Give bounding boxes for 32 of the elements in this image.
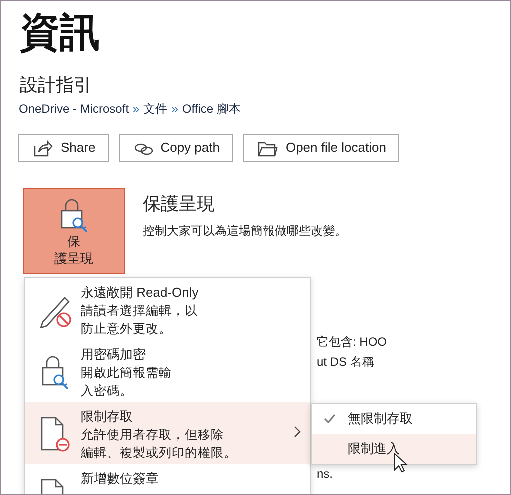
menu-item[interactable]: 用密碼加密 開啟此簡報需輸 入密碼。 — [25, 340, 310, 402]
breadcrumb-link[interactable]: OneDrive - Microsoft — [19, 101, 130, 117]
menu-item-description: 請讀者選擇編輯，以 防止意外更改。 — [81, 303, 199, 338]
action-button[interactable]: Share — [18, 134, 109, 162]
menu-item-title: 永遠敞開 Read-Only — [81, 284, 199, 302]
section-description: 控制大家可以為這場簡報做哪些改變。 — [143, 223, 347, 240]
breadcrumb-link[interactable]: Office 腳本 — [182, 101, 241, 117]
action-button[interactable]: Copy path — [118, 134, 233, 162]
protect-presentation-button[interactable]: 保 護呈現 — [23, 188, 125, 274]
share-icon — [33, 139, 53, 157]
page-title: 資訊 — [20, 10, 101, 57]
partial-text: ns. — [317, 466, 334, 482]
section-heading: 保護呈現 — [143, 193, 216, 216]
breadcrumb-separator: » — [133, 101, 140, 117]
folder-icon — [258, 140, 278, 156]
document-title: 設計指引 — [20, 74, 93, 97]
partial-text: ut DS 名稱 — [317, 354, 376, 370]
menu-item-description: 允許使用者存取，但移除 編輯、複製或列印的權限。 — [81, 427, 237, 462]
menu-item[interactable]: 永遠敞開 Read-Only 請讀者選擇編輯，以 防止意外更改。 — [25, 278, 310, 340]
menu-item-title: 限制存取 — [81, 408, 134, 426]
action-button[interactable]: Open file location — [242, 134, 400, 162]
breadcrumb-separator: » — [172, 101, 178, 117]
menu-item-title: 用密碼加密 — [81, 346, 147, 364]
menu-item-description: 開啟此簡報需輸 入密碼。 — [81, 365, 172, 400]
document-no-entry-icon — [39, 416, 71, 452]
partial-text: 它包含: HOO — [317, 334, 388, 350]
breadcrumb-link[interactable]: 文件 — [144, 101, 168, 117]
submenu-item[interactable]: 限制進入 — [312, 434, 476, 464]
menu-item[interactable]: 新增數位簽章 — [25, 464, 310, 494]
menu-item-title: 新增數位簽章 — [81, 470, 159, 488]
submenu-item[interactable]: 無限制存取 — [312, 404, 476, 434]
menu-item[interactable]: 限制存取 允許使用者存取，但移除 編輯、複製或列印的權限。 — [25, 402, 310, 464]
